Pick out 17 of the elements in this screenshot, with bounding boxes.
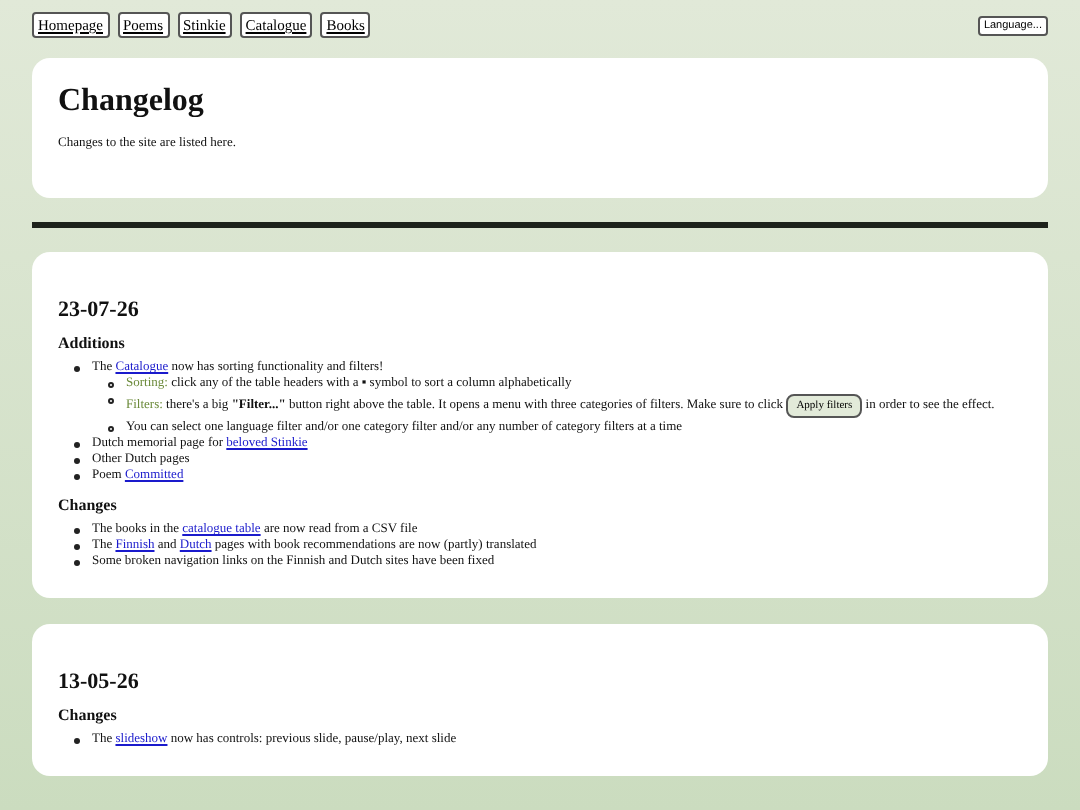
bullet-icon — [74, 473, 80, 479]
bullet-icon — [108, 425, 114, 431]
page-title: Changelog — [58, 84, 206, 120]
bullet-icon — [108, 381, 114, 387]
bullet-icon — [74, 441, 80, 447]
bullet-icon — [74, 543, 80, 549]
bullet-icon — [108, 397, 114, 403]
section-heading: Additions — [58, 334, 127, 352]
bullet-icon — [74, 527, 80, 533]
bullet-icon — [74, 737, 80, 743]
entry-date: 13-05-26 — [58, 670, 141, 694]
bullet-icon — [74, 559, 80, 565]
bullet-icon — [74, 457, 80, 463]
section-heading: Changes — [58, 706, 119, 724]
section-heading: Changes — [58, 496, 119, 514]
entry-date: 23-07-26 — [58, 298, 141, 322]
bullet-icon — [74, 365, 80, 371]
